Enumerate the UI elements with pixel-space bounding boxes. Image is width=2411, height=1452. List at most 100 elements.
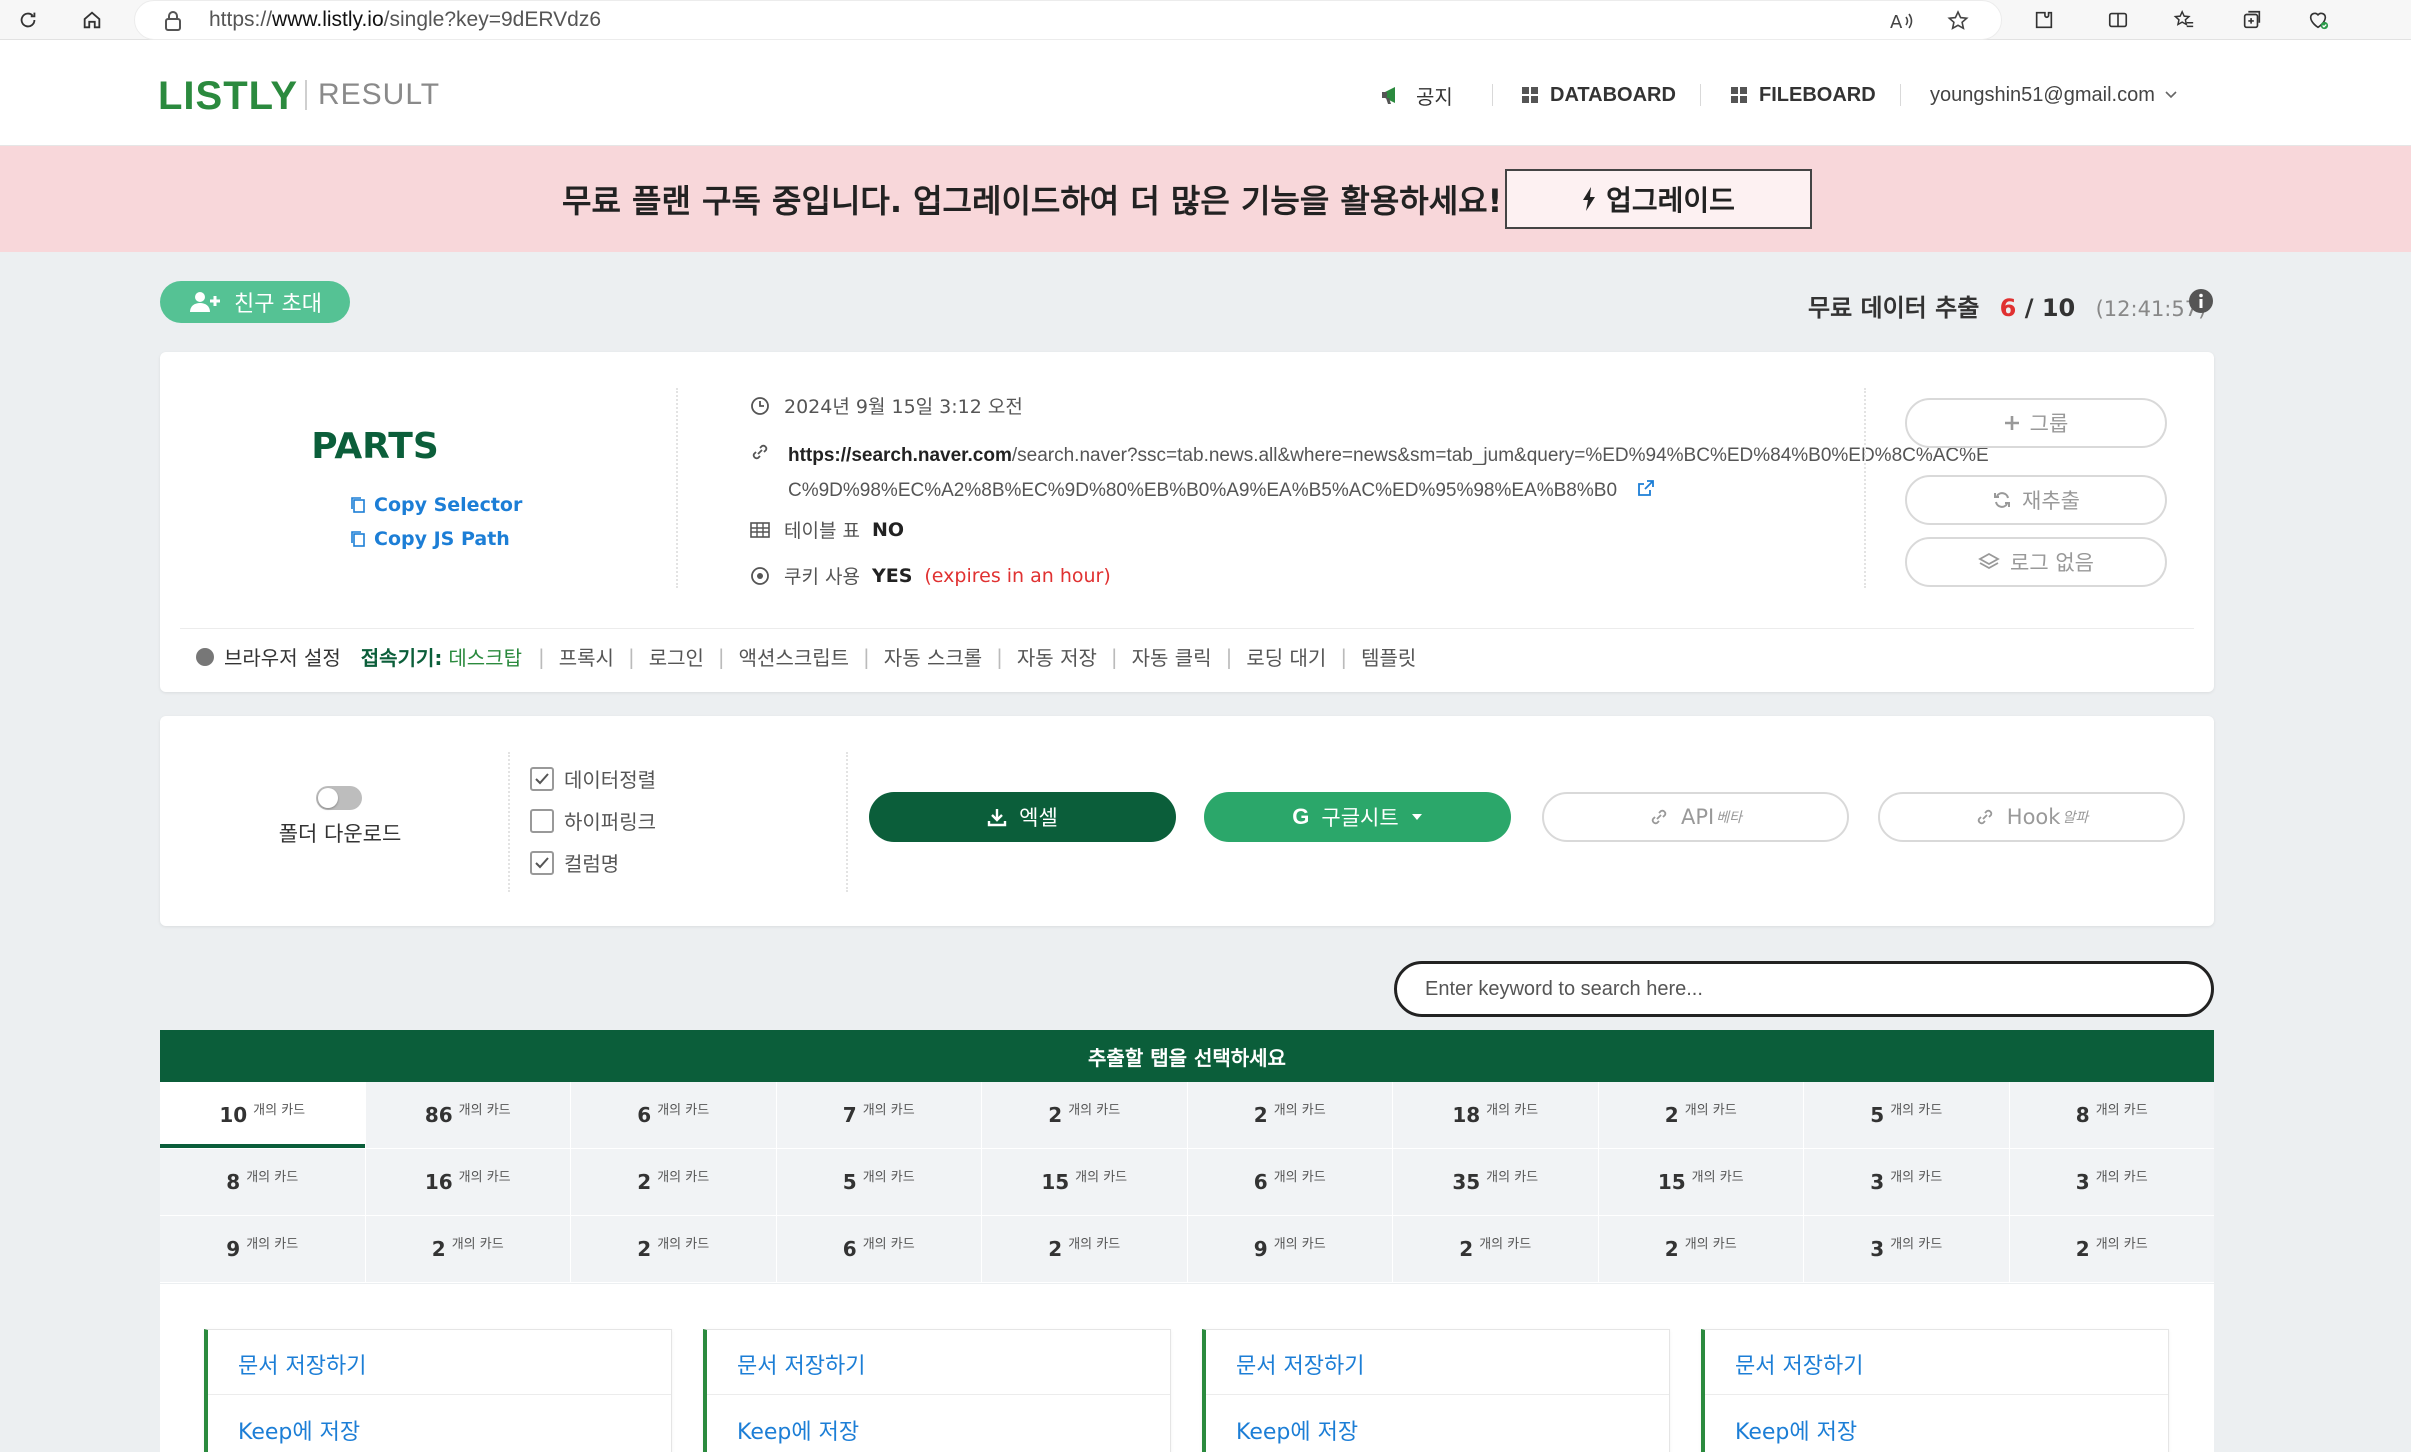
favorites-icon[interactable] bbox=[2168, 4, 2200, 36]
tab-item[interactable]: 2 개의 카드 bbox=[1598, 1082, 1804, 1148]
home-icon[interactable] bbox=[76, 4, 108, 36]
tab-item[interactable]: 9 개의 카드 bbox=[160, 1216, 366, 1282]
tab-item[interactable]: 5 개의 카드 bbox=[1804, 1082, 2010, 1148]
copy-js-path-link[interactable]: Copy JS Path bbox=[350, 528, 510, 550]
folder-download-toggle[interactable] bbox=[316, 786, 362, 810]
option-action-script[interactable]: 액션스크립트 bbox=[739, 642, 849, 671]
cookie-row: 쿠키 사용 YES (expires in an hour) bbox=[750, 562, 1111, 589]
table-label: 테이블 표 bbox=[784, 520, 860, 542]
group-button[interactable]: 그룹 bbox=[1905, 398, 2167, 448]
upgrade-button[interactable]: 업그레이드 bbox=[1505, 169, 1812, 229]
save-to-keep-link[interactable]: Keep에 저장 bbox=[1735, 1414, 1857, 1446]
tab-item[interactable]: 9 개의 카드 bbox=[1187, 1216, 1393, 1282]
browser-essentials-icon[interactable] bbox=[2302, 4, 2334, 36]
option-auto-save[interactable]: 자동 저장 bbox=[1017, 642, 1097, 671]
account-menu[interactable]: youngshin51@gmail.com bbox=[1930, 78, 2177, 112]
hook-button[interactable]: Hook 알파 bbox=[1878, 792, 2185, 842]
tab-count: 9 bbox=[226, 1237, 241, 1261]
target-icon bbox=[750, 566, 770, 586]
option-proxy[interactable]: 프록시 bbox=[559, 642, 614, 671]
option-login[interactable]: 로그인 bbox=[649, 642, 704, 671]
tab-item[interactable]: 15 개의 카드 bbox=[982, 1149, 1188, 1215]
tab-item[interactable]: 7 개의 카드 bbox=[776, 1082, 982, 1148]
beta-badge: 베타 bbox=[1716, 810, 1742, 826]
nav-divider bbox=[1492, 84, 1493, 106]
save-document-link[interactable]: 문서 저장하기 bbox=[737, 1348, 865, 1380]
save-to-keep-link[interactable]: Keep에 저장 bbox=[737, 1414, 859, 1446]
address-bar[interactable]: https://www.listly.io/single?key=9dERVdz… bbox=[134, 0, 2002, 40]
tab-unit: 개의 카드 bbox=[253, 1102, 306, 1118]
tab-item[interactable]: 5 개의 카드 bbox=[776, 1149, 982, 1215]
no-log-button[interactable]: 로그 없음 bbox=[1905, 537, 2167, 587]
banner-message: 무료 플랜 구독 중입니다. 업그레이드하여 더 많은 기능을 활용하세요! bbox=[562, 182, 1503, 220]
checkbox-unchecked[interactable] bbox=[530, 808, 554, 833]
option-auto-click[interactable]: 자동 클릭 bbox=[1132, 642, 1212, 671]
read-aloud-icon[interactable]: A bbox=[1889, 9, 1915, 33]
favorite-star-icon[interactable] bbox=[1945, 9, 1971, 33]
nav-databoard[interactable]: DATABOARD bbox=[1522, 78, 1676, 112]
tab-item[interactable]: 3 개의 카드 bbox=[1804, 1149, 2010, 1215]
excel-download-button[interactable]: 엑셀 bbox=[869, 792, 1176, 842]
tab-unit: 개의 카드 bbox=[862, 1169, 915, 1185]
checkbox-checked[interactable] bbox=[530, 850, 554, 875]
tab-item[interactable]: 6 개의 카드 bbox=[1187, 1149, 1393, 1215]
tab-item[interactable]: 6 개의 카드 bbox=[776, 1216, 982, 1282]
google-sheet-button[interactable]: G 구글시트 bbox=[1204, 792, 1511, 842]
save-to-keep-link[interactable]: Keep에 저장 bbox=[1236, 1414, 1358, 1446]
nav-fileboard[interactable]: FILEBOARD bbox=[1731, 78, 1876, 112]
tab-item[interactable]: 2 개의 카드 bbox=[982, 1216, 1188, 1282]
option-loading-wait[interactable]: 로딩 대기 bbox=[1246, 642, 1326, 671]
save-document-link[interactable]: 문서 저장하기 bbox=[238, 1348, 366, 1380]
tab-item[interactable]: 6 개의 카드 bbox=[571, 1082, 777, 1148]
checkbox-checked[interactable] bbox=[530, 766, 554, 791]
column-names-label: 컬럼명 bbox=[564, 852, 620, 876]
tab-item[interactable]: 8 개의 카드 bbox=[2009, 1082, 2214, 1148]
save-document-link[interactable]: 문서 저장하기 bbox=[1236, 1348, 1364, 1380]
tab-item[interactable]: 2 개의 카드 bbox=[1598, 1216, 1804, 1282]
nav-notice[interactable]: 공지 bbox=[1380, 78, 1453, 112]
split-screen-icon[interactable] bbox=[2102, 4, 2134, 36]
option-auto-scroll[interactable]: 자동 스크롤 bbox=[884, 642, 982, 671]
tab-unit: 개의 카드 bbox=[657, 1102, 710, 1118]
tab-item[interactable]: 10 개의 카드 bbox=[160, 1082, 366, 1148]
option-template[interactable]: 템플릿 bbox=[1361, 642, 1416, 671]
collections-icon[interactable] bbox=[2236, 4, 2268, 36]
device-value[interactable]: 데스크탑 bbox=[448, 642, 522, 671]
keyword-search-input[interactable] bbox=[1394, 961, 2214, 1017]
api-button[interactable]: API 베타 bbox=[1542, 792, 1849, 842]
option-hyperlink[interactable]: 하이퍼링크 bbox=[530, 806, 656, 835]
tab-item[interactable]: 16 개의 카드 bbox=[365, 1149, 571, 1215]
external-link-icon[interactable] bbox=[1636, 478, 1656, 498]
save-to-keep-link[interactable]: Keep에 저장 bbox=[238, 1414, 360, 1446]
option-column-names[interactable]: 컬럼명 bbox=[530, 848, 619, 877]
extensions-icon[interactable] bbox=[2028, 4, 2060, 36]
tab-item[interactable]: 8 개의 카드 bbox=[160, 1149, 366, 1215]
tab-item[interactable]: 2 개의 카드 bbox=[1187, 1082, 1393, 1148]
tab-item[interactable]: 35 개의 카드 bbox=[1393, 1149, 1599, 1215]
tab-item[interactable]: 2 개의 카드 bbox=[982, 1082, 1188, 1148]
tab-item[interactable]: 3 개의 카드 bbox=[2009, 1149, 2214, 1215]
tab-item[interactable]: 2 개의 카드 bbox=[2009, 1216, 2214, 1282]
source-url[interactable]: https://search.naver.com/search.naver?ss… bbox=[788, 438, 2018, 508]
refresh-icon[interactable] bbox=[12, 4, 44, 36]
tab-item[interactable]: 2 개의 카드 bbox=[571, 1149, 777, 1215]
tab-count: 16 bbox=[424, 1170, 453, 1194]
tab-count: 2 bbox=[637, 1237, 652, 1261]
tab-unit: 개의 카드 bbox=[1273, 1102, 1326, 1118]
tab-item[interactable]: 15 개의 카드 bbox=[1598, 1149, 1804, 1215]
listly-logo[interactable]: LISTLY bbox=[158, 74, 298, 119]
reextract-button[interactable]: 재추출 bbox=[1905, 475, 2167, 525]
tab-item[interactable]: 2 개의 카드 bbox=[365, 1216, 571, 1282]
tab-item[interactable]: 2 개의 카드 bbox=[571, 1216, 777, 1282]
tab-item[interactable]: 2 개의 카드 bbox=[1393, 1216, 1599, 1282]
tab-unit: 개의 카드 bbox=[1479, 1236, 1532, 1252]
cookie-label: 쿠키 사용 bbox=[784, 566, 860, 588]
info-icon[interactable] bbox=[2188, 288, 2214, 314]
save-document-link[interactable]: 문서 저장하기 bbox=[1735, 1348, 1863, 1380]
copy-selector-link[interactable]: Copy Selector bbox=[350, 494, 522, 516]
invite-friend-button[interactable]: 친구 초대 bbox=[160, 281, 350, 323]
tab-item[interactable]: 18 개의 카드 bbox=[1393, 1082, 1599, 1148]
tab-item[interactable]: 3 개의 카드 bbox=[1804, 1216, 2010, 1282]
option-sort-data[interactable]: 데이터정렬 bbox=[530, 764, 656, 793]
tab-item[interactable]: 86 개의 카드 bbox=[365, 1082, 571, 1148]
